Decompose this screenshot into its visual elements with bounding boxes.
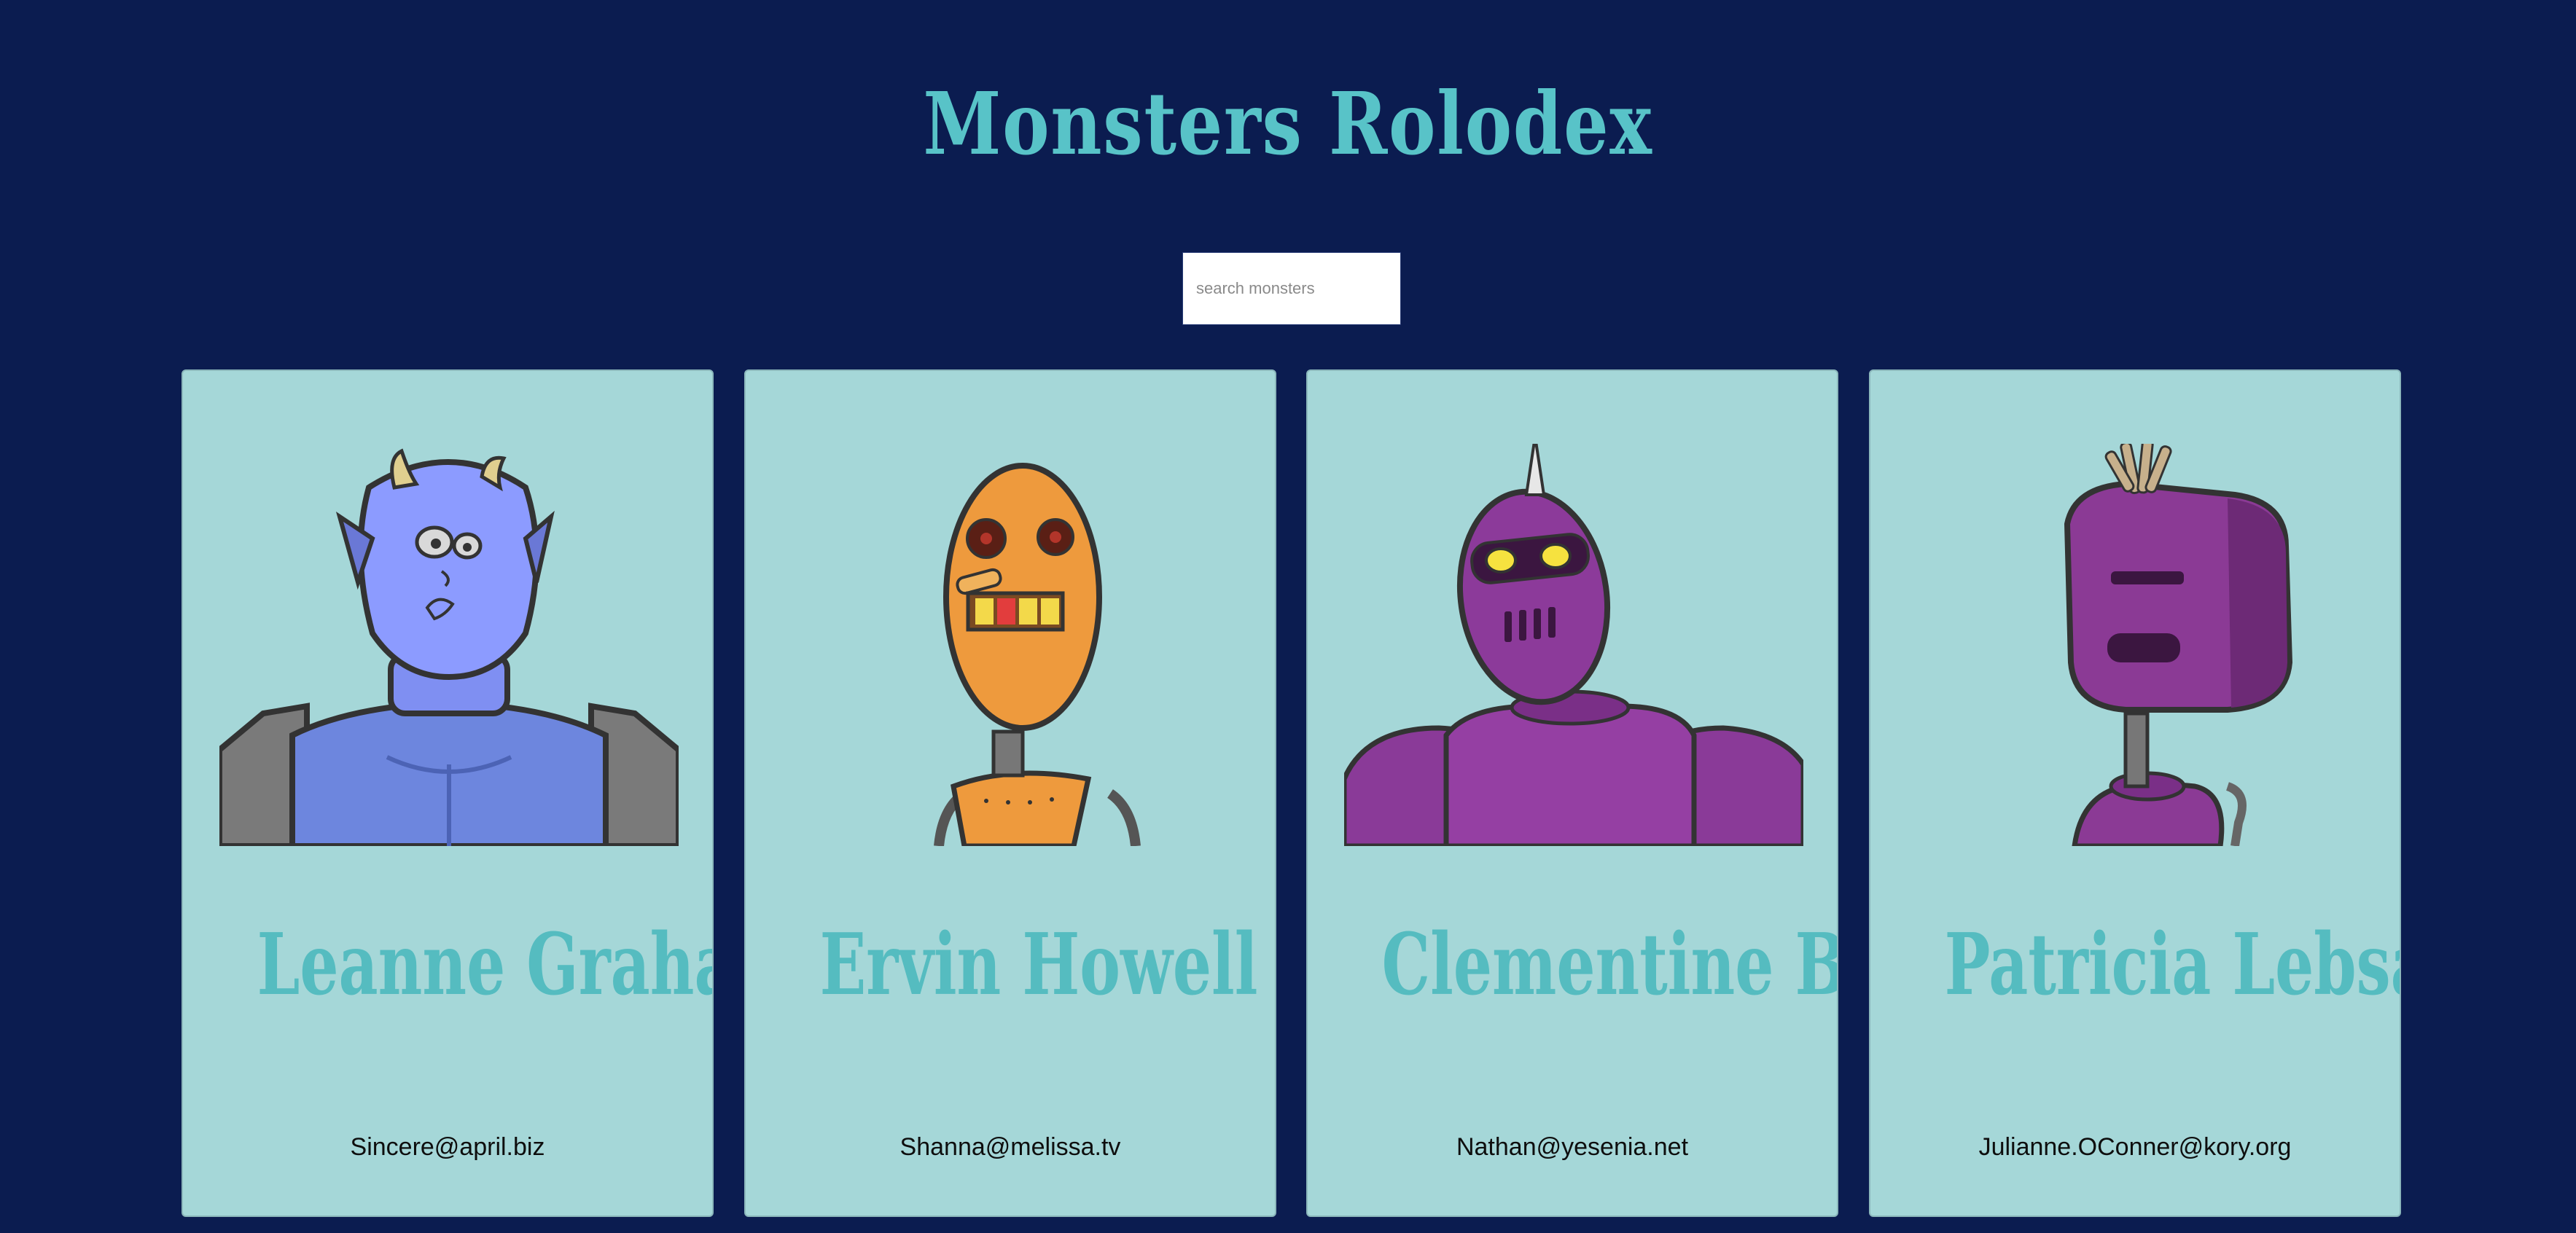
monster-card[interactable]: Clementine Bauch Nathan@yesenia.net — [1306, 369, 1838, 1217]
search-input[interactable] — [1182, 252, 1401, 325]
monster-card[interactable]: Ervin Howell Shanna@melissa.tv — [744, 369, 1276, 1217]
monster-name: Ervin Howell — [819, 915, 1258, 1014]
monster-email: Shanna@melissa.tv — [899, 1133, 1121, 1161]
monster-card[interactable]: Patricia Lebsack Julianne.OConner@kory.o… — [1869, 369, 2401, 1217]
monster-name: Patricia Lebsack — [1944, 915, 2400, 1014]
monster-email: Nathan@yesenia.net — [1456, 1133, 1689, 1161]
page-title: Monsters Rolodex — [923, 73, 1653, 174]
monster-card[interactable]: Leanne Graham Sincere@april.biz — [182, 369, 714, 1217]
monster-name: Clementine Bauch — [1381, 915, 1837, 1014]
purple-box-robot-icon — [2064, 444, 2293, 846]
blue-horned-monster-icon — [219, 448, 679, 846]
monster-name: Leanne Graham — [257, 915, 712, 1014]
monster-email: Sincere@april.biz — [350, 1133, 545, 1161]
monster-email: Julianne.OConner@kory.org — [1978, 1133, 2292, 1161]
purple-spiked-robot-icon — [1344, 444, 1803, 846]
orange-robot-icon — [934, 463, 1141, 846]
